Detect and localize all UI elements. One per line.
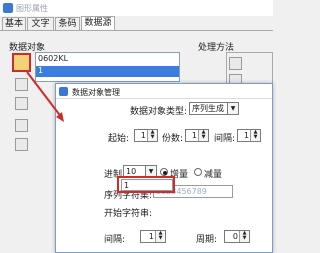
annotation-arrow-icon bbox=[26, 71, 64, 122]
